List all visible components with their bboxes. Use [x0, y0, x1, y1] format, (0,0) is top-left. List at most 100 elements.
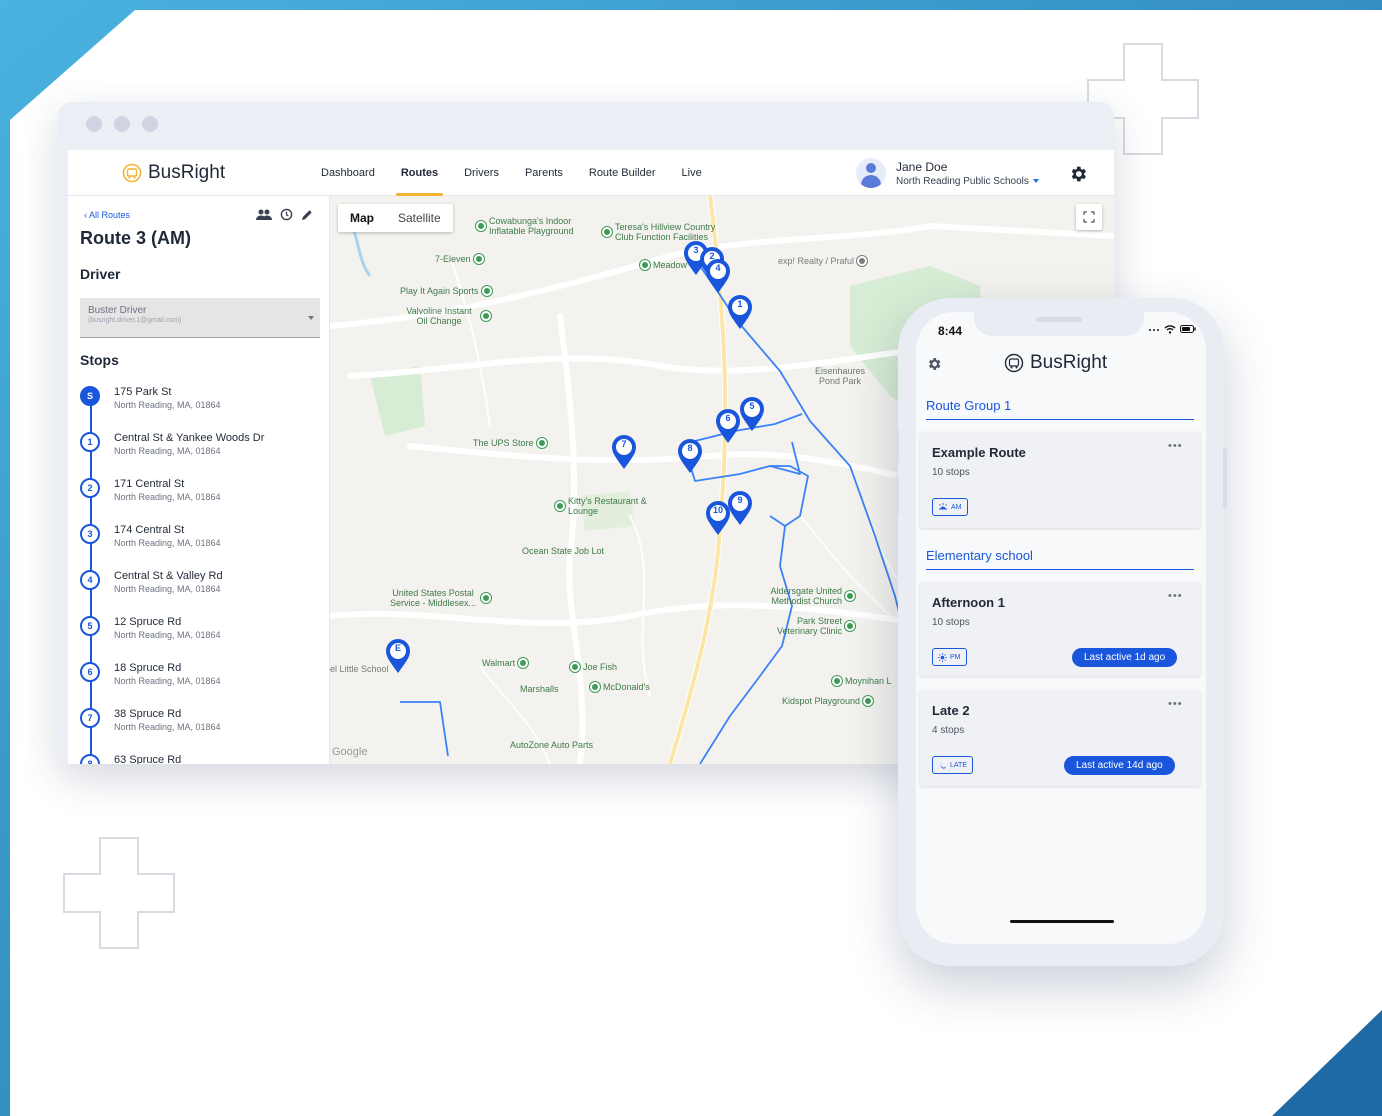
stop-name: 12 Spruce Rd — [114, 616, 182, 628]
stop-address: North Reading, MA, 01864 — [114, 676, 221, 686]
map-poi[interactable]: Play It Again Sports — [400, 286, 492, 296]
marker-number: 9 — [737, 495, 743, 505]
bus-logo-icon — [1004, 353, 1024, 373]
map-poi[interactable]: Kitty's Restaurant & Lounge — [555, 496, 658, 516]
moon-icon — [940, 761, 947, 769]
map-poi[interactable]: The UPS Store — [473, 438, 547, 448]
route-stop-marker[interactable]: 4 — [704, 258, 732, 294]
route-group-title: Route Group 1 — [926, 398, 1194, 420]
phone-screen: 8:44 BusRight Route Group 1 Example Rout… — [916, 312, 1206, 944]
window-controls — [86, 116, 158, 132]
stop-item[interactable]: 8 63 Spruce Rd — [68, 754, 329, 764]
driver-select[interactable]: Buster Driver (busright.driver.1@gmail.c… — [80, 298, 320, 338]
route-stop-marker[interactable]: 6 — [714, 408, 742, 444]
map-type-satellite-button[interactable]: Satellite — [386, 204, 453, 232]
map-poi[interactable]: Walmart — [482, 658, 529, 668]
user-menu[interactable]: Jane Doe North Reading Public Schools — [856, 158, 1039, 188]
route-stop-marker[interactable]: 9 — [726, 490, 754, 526]
avatar — [856, 158, 886, 188]
route-end-marker[interactable]: E — [384, 638, 412, 674]
nav-drivers[interactable]: Drivers — [451, 150, 512, 196]
route-stop-marker[interactable]: 7 — [610, 434, 638, 470]
stop-name: Central St & Yankee Woods Dr — [114, 432, 265, 444]
map-attribution: Google — [332, 746, 368, 758]
map-poi[interactable]: Ocean State Job Lot — [522, 546, 604, 556]
brand-name: BusRight — [148, 162, 226, 183]
map-type-toggle: Map Satellite — [338, 204, 453, 232]
fullscreen-button[interactable] — [1076, 204, 1102, 230]
map-poi[interactable]: AutoZone Auto Parts — [510, 740, 593, 750]
stop-address: North Reading, MA, 01864 — [114, 722, 221, 732]
stop-name: 18 Spruce Rd — [114, 662, 182, 674]
map-poi[interactable]: Cowabunga's Indoor Inflatable Playground — [476, 216, 579, 236]
map-poi[interactable]: Meadow — [640, 260, 687, 270]
stop-name: 175 Park St — [114, 386, 172, 398]
home-indicator[interactable] — [1010, 920, 1114, 923]
user-name: Jane Doe — [896, 159, 948, 174]
more-options-button[interactable]: ••• — [1168, 590, 1183, 602]
map-poi[interactable]: Joe Fish — [570, 662, 617, 672]
stop-marker: 7 — [80, 708, 100, 728]
stop-item[interactable]: 6 18 Spruce Rd North Reading, MA, 01864 — [68, 662, 329, 708]
window-dot[interactable] — [142, 116, 158, 132]
route-stop-marker[interactable]: 5 — [738, 396, 766, 432]
driver-name: Buster Driver — [88, 305, 147, 316]
map-poi[interactable]: el Little School — [330, 664, 389, 674]
map-poi[interactable]: McDonald's — [590, 682, 650, 692]
plus-decoration-bottom — [63, 837, 175, 949]
map-poi[interactable]: Valvoline Instant Oil Change — [400, 306, 491, 326]
map-poi[interactable]: exp! Realty / Praful — [778, 256, 868, 266]
all-routes-link[interactable]: ‹ All Routes — [84, 210, 130, 220]
brand-logo[interactable]: BusRight — [122, 162, 225, 184]
marker-number: 8 — [687, 443, 693, 453]
route-stop-marker[interactable]: 1 — [726, 294, 754, 330]
gear-icon[interactable] — [926, 356, 942, 372]
edit-icon[interactable] — [301, 209, 313, 221]
stop-item[interactable]: 5 12 Spruce Rd North Reading, MA, 01864 — [68, 616, 329, 662]
nav-parents[interactable]: Parents — [512, 150, 576, 196]
stop-item[interactable]: 1 Central St & Yankee Woods Dr North Rea… — [68, 432, 329, 478]
phone-side-button — [895, 476, 899, 516]
stop-marker: 2 — [80, 478, 100, 498]
stop-item[interactable]: 3 174 Central St North Reading, MA, 0186… — [68, 524, 329, 570]
nav-route-builder[interactable]: Route Builder — [576, 150, 669, 196]
stop-item[interactable]: S 175 Park St North Reading, MA, 01864 — [68, 386, 329, 432]
driver-email: (busright.driver.1@gmail.com) — [88, 317, 182, 324]
route-card[interactable]: Afternoon 1 10 stops ••• PM Last active … — [920, 582, 1200, 676]
route-card[interactable]: Late 2 4 stops ••• LATE Last active 14d … — [920, 690, 1200, 786]
route-time-tag: AM — [932, 498, 968, 516]
user-org[interactable]: North Reading Public Schools — [896, 176, 1039, 187]
map-type-map-button[interactable]: Map — [338, 204, 386, 232]
stop-item[interactable]: 4 Central St & Valley Rd North Reading, … — [68, 570, 329, 616]
map-poi[interactable]: Teresa's Hillview Country Club Function … — [602, 222, 727, 242]
route-time-tag: LATE — [932, 756, 973, 774]
school-stop-marker: S — [80, 386, 100, 406]
stop-item[interactable]: 7 38 Spruce Rd North Reading, MA, 01864 — [68, 708, 329, 754]
marker-number: 1 — [737, 299, 743, 309]
stop-name: 174 Central St — [114, 524, 185, 536]
more-options-button[interactable]: ••• — [1168, 440, 1183, 452]
nav-live[interactable]: Live — [669, 150, 715, 196]
map-poi[interactable]: Park Street Veterinary Clinic — [772, 616, 855, 636]
nav-dashboard[interactable]: Dashboard — [308, 150, 388, 196]
window-dot[interactable] — [114, 116, 130, 132]
route-stop-marker[interactable]: 8 — [676, 438, 704, 474]
route-card-stops: 10 stops — [932, 617, 970, 628]
route-tools — [256, 208, 313, 221]
nav-routes[interactable]: Routes — [388, 150, 451, 196]
map-poi[interactable]: Moynihan L — [832, 676, 892, 686]
map-poi[interactable]: Marshalls — [520, 684, 559, 694]
gear-icon[interactable] — [1068, 164, 1088, 184]
map-poi[interactable]: Kidspot Playground — [782, 696, 874, 706]
stop-item[interactable]: 2 171 Central St North Reading, MA, 0186… — [68, 478, 329, 524]
map-poi[interactable]: 7-Eleven — [435, 254, 484, 264]
map-poi[interactable]: Aldersgate United Methodist Church — [762, 586, 855, 606]
map-poi[interactable]: United States Postal Service - Middlesex… — [388, 588, 491, 608]
marker-number: 5 — [749, 401, 755, 411]
history-icon[interactable] — [280, 208, 293, 221]
students-icon[interactable] — [256, 209, 272, 221]
more-options-button[interactable]: ••• — [1168, 698, 1183, 710]
window-dot[interactable] — [86, 116, 102, 132]
stop-name: 63 Spruce Rd — [114, 754, 182, 764]
route-card[interactable]: Example Route 10 stops ••• AM — [920, 432, 1200, 528]
